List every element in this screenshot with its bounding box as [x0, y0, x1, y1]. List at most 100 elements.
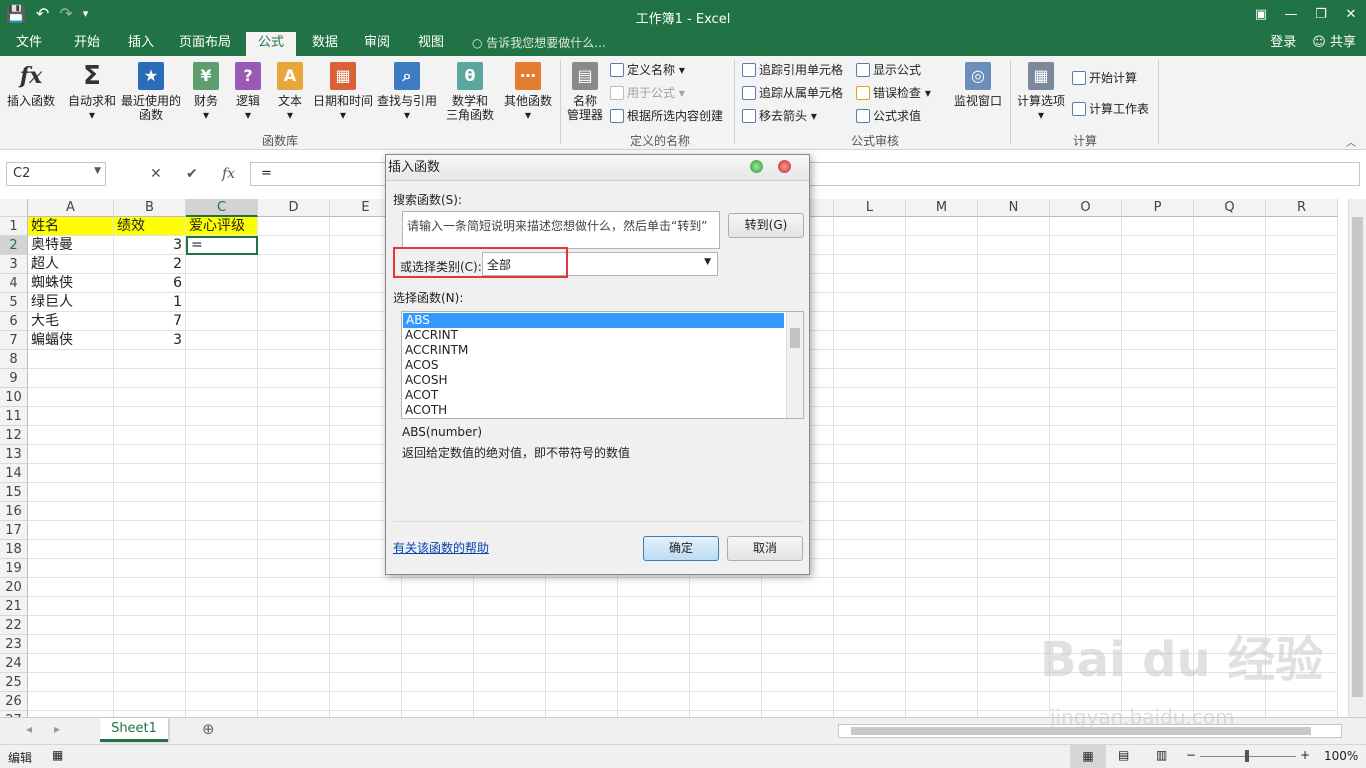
grid-cell[interactable] — [114, 407, 186, 426]
grid-cell[interactable] — [474, 692, 546, 711]
grid-cell[interactable] — [906, 597, 978, 616]
grid-cell[interactable] — [186, 464, 258, 483]
row-header[interactable]: 1 — [0, 217, 28, 236]
grid-cell[interactable] — [906, 350, 978, 369]
grid-cell[interactable] — [690, 578, 762, 597]
grid-cell[interactable] — [1122, 521, 1194, 540]
fx-icon[interactable]: fx — [222, 166, 235, 182]
grid-cell[interactable] — [1050, 236, 1122, 255]
grid-cell[interactable] — [1266, 445, 1338, 464]
grid-cell[interactable] — [186, 502, 258, 521]
grid-cell[interactable] — [114, 483, 186, 502]
tab-data[interactable]: 数据 — [300, 32, 350, 56]
grid-cell[interactable]: 超人 — [28, 255, 114, 274]
evaluate-formula-button[interactable]: 公式求值 — [856, 108, 921, 124]
grid-cell[interactable] — [114, 540, 186, 559]
grid-cell[interactable] — [28, 521, 114, 540]
grid-cell[interactable] — [1050, 426, 1122, 445]
grid-cell[interactable] — [186, 597, 258, 616]
grid-cell[interactable] — [28, 654, 114, 673]
tab-home[interactable]: 开始 — [62, 32, 112, 56]
grid-cell[interactable] — [978, 578, 1050, 597]
grid-cell[interactable] — [28, 407, 114, 426]
create-from-selection-button[interactable]: 根据所选内容创建 — [610, 108, 723, 124]
grid-cell[interactable] — [474, 673, 546, 692]
grid-cell[interactable] — [834, 578, 906, 597]
grid-cell[interactable] — [834, 236, 906, 255]
grid-cell[interactable] — [834, 445, 906, 464]
grid-cell[interactable]: 1 — [114, 293, 186, 312]
grid-cell[interactable] — [906, 369, 978, 388]
grid-cell[interactable] — [1194, 502, 1266, 521]
grid-cell[interactable] — [186, 369, 258, 388]
grid-cell[interactable] — [28, 597, 114, 616]
grid-cell[interactable] — [114, 673, 186, 692]
grid-cell[interactable] — [186, 540, 258, 559]
row-header[interactable]: 16 — [0, 502, 28, 521]
grid-cell[interactable] — [834, 217, 906, 236]
insert-function-button[interactable]: fx 插入函数 — [4, 62, 58, 108]
grid-cell[interactable] — [186, 388, 258, 407]
minimize-icon[interactable]: — — [1276, 0, 1306, 28]
grid-cell[interactable] — [1122, 502, 1194, 521]
list-scroll-thumb[interactable] — [790, 328, 800, 348]
grid-cell[interactable] — [258, 483, 330, 502]
grid-cell[interactable] — [978, 293, 1050, 312]
tell-me-box[interactable]: ○ 告诉我您想要做什么... — [472, 32, 606, 54]
grid-cell[interactable] — [114, 597, 186, 616]
grid-cell[interactable] — [978, 407, 1050, 426]
grid-cell[interactable] — [186, 445, 258, 464]
grid-cell[interactable] — [906, 559, 978, 578]
ribbon-options-icon[interactable]: ▣ — [1246, 0, 1276, 28]
math-button[interactable]: θ 数学和 三角函数 — [440, 62, 500, 122]
grid-cell[interactable] — [258, 388, 330, 407]
row-header[interactable]: 13 — [0, 445, 28, 464]
grid-cell[interactable] — [114, 559, 186, 578]
list-item[interactable]: ABS — [403, 313, 784, 328]
watch-window-button[interactable]: ◎ 监视窗口 — [950, 62, 1006, 108]
grid-cell[interactable] — [1122, 483, 1194, 502]
row-header[interactable]: 6 — [0, 312, 28, 331]
grid-cell[interactable] — [258, 692, 330, 711]
grid-cell[interactable] — [402, 578, 474, 597]
grid-cell[interactable] — [1122, 350, 1194, 369]
grid-cell[interactable] — [28, 673, 114, 692]
grid-cell[interactable] — [690, 654, 762, 673]
grid-cell[interactable] — [546, 654, 618, 673]
name-box[interactable]: C2 ▼ — [6, 162, 106, 186]
grid-cell[interactable]: 绩效 — [114, 217, 186, 236]
grid-cell[interactable] — [258, 578, 330, 597]
grid-cell[interactable] — [474, 635, 546, 654]
grid-cell[interactable] — [546, 673, 618, 692]
grid-cell[interactable] — [1266, 464, 1338, 483]
grid-cell[interactable] — [834, 464, 906, 483]
grid-cell[interactable] — [1122, 236, 1194, 255]
grid-cell[interactable] — [1122, 559, 1194, 578]
grid-cell[interactable]: 2 — [114, 255, 186, 274]
dialog-title-bar[interactable]: 插入函数 — [386, 155, 809, 181]
grid-cell[interactable] — [978, 502, 1050, 521]
grid-cell[interactable] — [834, 616, 906, 635]
ok-button[interactable]: 确定 — [643, 536, 719, 561]
grid-cell[interactable] — [1122, 217, 1194, 236]
next-sheet-icon[interactable]: ▸ — [54, 722, 60, 736]
list-item[interactable]: ACOT — [402, 388, 803, 403]
grid-cell[interactable] — [978, 255, 1050, 274]
grid-cell[interactable] — [906, 255, 978, 274]
grid-cell[interactable] — [834, 369, 906, 388]
grid-cell[interactable] — [258, 521, 330, 540]
logical-button[interactable]: ? 逻辑 ▾ — [228, 62, 268, 122]
zoom-level[interactable]: 100% — [1324, 749, 1358, 763]
grid-cell[interactable] — [258, 255, 330, 274]
macro-icon[interactable]: ▦ — [52, 748, 63, 762]
grid-cell[interactable] — [186, 635, 258, 654]
grid-cell[interactable] — [618, 635, 690, 654]
grid-cell[interactable] — [1050, 521, 1122, 540]
grid-cell[interactable] — [1122, 407, 1194, 426]
row-header[interactable]: 12 — [0, 426, 28, 445]
grid-cell[interactable] — [28, 578, 114, 597]
grid-cell[interactable] — [906, 293, 978, 312]
grid-cell[interactable] — [546, 692, 618, 711]
grid-cell[interactable] — [978, 312, 1050, 331]
restore-icon[interactable]: ❐ — [1306, 0, 1336, 28]
